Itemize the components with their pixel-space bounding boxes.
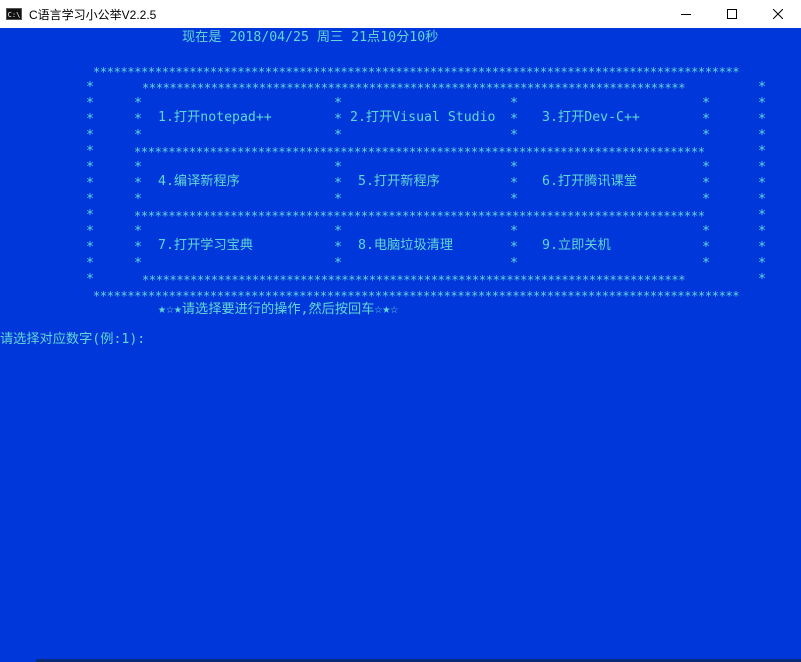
menu-item-5: 5.打开新程序	[358, 174, 440, 189]
window-controls	[663, 0, 801, 28]
outer-border-top: ****************************************…	[93, 65, 740, 79]
border-star: *	[134, 176, 142, 191]
menu-item-2: 2.打开Visual Studio	[350, 110, 496, 125]
menu-item-8: 8.电脑垃圾清理	[358, 238, 454, 253]
border-star: *	[86, 144, 94, 159]
border-star: *	[334, 256, 342, 271]
horizontal-scrollbar[interactable]	[0, 658, 801, 662]
border-star: *	[86, 160, 94, 175]
border-star: *	[702, 160, 710, 175]
border-star: *	[334, 160, 342, 175]
border-star: *	[86, 224, 94, 239]
border-star: *	[510, 224, 518, 239]
datetime-text: 现在是 2018/04/25 周三 21点10分10秒	[182, 30, 439, 45]
border-star: *	[334, 176, 342, 191]
border-star: *	[86, 112, 94, 127]
inner-border-4: ****************************************…	[142, 273, 686, 287]
border-star: *	[334, 128, 342, 143]
border-star: *	[510, 256, 518, 271]
border-star: *	[334, 192, 342, 207]
border-star: *	[510, 128, 518, 143]
border-star: *	[134, 128, 142, 143]
border-star: *	[86, 96, 94, 111]
border-star: *	[86, 208, 94, 223]
border-star: *	[758, 144, 766, 159]
border-star: *	[510, 160, 518, 175]
border-star: *	[86, 192, 94, 207]
border-star: *	[758, 208, 766, 223]
border-star: *	[134, 96, 142, 111]
border-star: *	[134, 192, 142, 207]
border-star: *	[86, 80, 94, 95]
border-star: *	[334, 112, 342, 127]
border-star: *	[702, 176, 710, 191]
menu-item-7: 7.打开学习宝典	[158, 238, 254, 253]
border-star: *	[758, 80, 766, 95]
window-title: C语言学习小公举V2.2.5	[29, 7, 157, 22]
border-star: *	[758, 112, 766, 127]
input-prompt[interactable]: 请选择对应数字(例:1):	[0, 332, 145, 348]
border-star: *	[758, 176, 766, 191]
border-star: *	[758, 272, 766, 287]
inner-border-3: ****************************************…	[134, 209, 705, 223]
menu-item-9: 9.立即关机	[542, 238, 611, 253]
border-star: *	[702, 96, 710, 111]
border-star: *	[758, 160, 766, 175]
console-icon: C:\	[6, 8, 22, 20]
border-star: *	[702, 224, 710, 239]
menu-item-4: 4.编译新程序	[158, 174, 240, 189]
border-star: *	[702, 256, 710, 271]
border-star: *	[510, 112, 518, 127]
minimize-icon	[681, 14, 691, 15]
menu-item-1: 1.打开notepad++	[158, 110, 272, 125]
close-icon	[773, 9, 783, 19]
border-star: *	[758, 224, 766, 239]
border-star: *	[334, 240, 342, 255]
menu-item-6: 6.打开腾讯课堂	[542, 174, 638, 189]
border-star: *	[702, 240, 710, 255]
inner-border-1: ****************************************…	[142, 81, 686, 95]
maximize-icon	[727, 9, 737, 19]
minimize-button[interactable]	[663, 0, 709, 28]
console-area[interactable]: 现在是 2018/04/25 周三 21点10分10秒 ************…	[0, 28, 801, 662]
border-star: *	[134, 112, 142, 127]
border-star: *	[86, 256, 94, 271]
border-star: *	[134, 240, 142, 255]
border-star: *	[510, 96, 518, 111]
border-star: *	[702, 192, 710, 207]
close-button[interactable]	[755, 0, 801, 28]
border-star: *	[86, 128, 94, 143]
border-star: *	[86, 240, 94, 255]
border-star: *	[510, 192, 518, 207]
border-star: *	[758, 192, 766, 207]
inner-border-2: ****************************************…	[134, 145, 705, 159]
title-bar[interactable]: C:\ C语言学习小公举V2.2.5	[0, 0, 801, 28]
border-star: *	[758, 96, 766, 111]
border-star: *	[702, 128, 710, 143]
border-star: *	[510, 240, 518, 255]
border-star: *	[758, 240, 766, 255]
border-star: *	[758, 256, 766, 271]
border-star: *	[86, 176, 94, 191]
border-star: *	[758, 128, 766, 143]
maximize-button[interactable]	[709, 0, 755, 28]
border-star: *	[134, 224, 142, 239]
border-star: *	[510, 176, 518, 191]
menu-item-3: 3.打开Dev-C++	[542, 110, 640, 125]
border-star: *	[134, 256, 142, 271]
border-star: *	[702, 112, 710, 127]
border-star: *	[334, 96, 342, 111]
hint-text: ★☆★请选择要进行的操作,然后按回车☆★☆	[158, 302, 399, 317]
border-star: *	[134, 160, 142, 175]
border-star: *	[86, 272, 94, 287]
border-star: *	[334, 224, 342, 239]
